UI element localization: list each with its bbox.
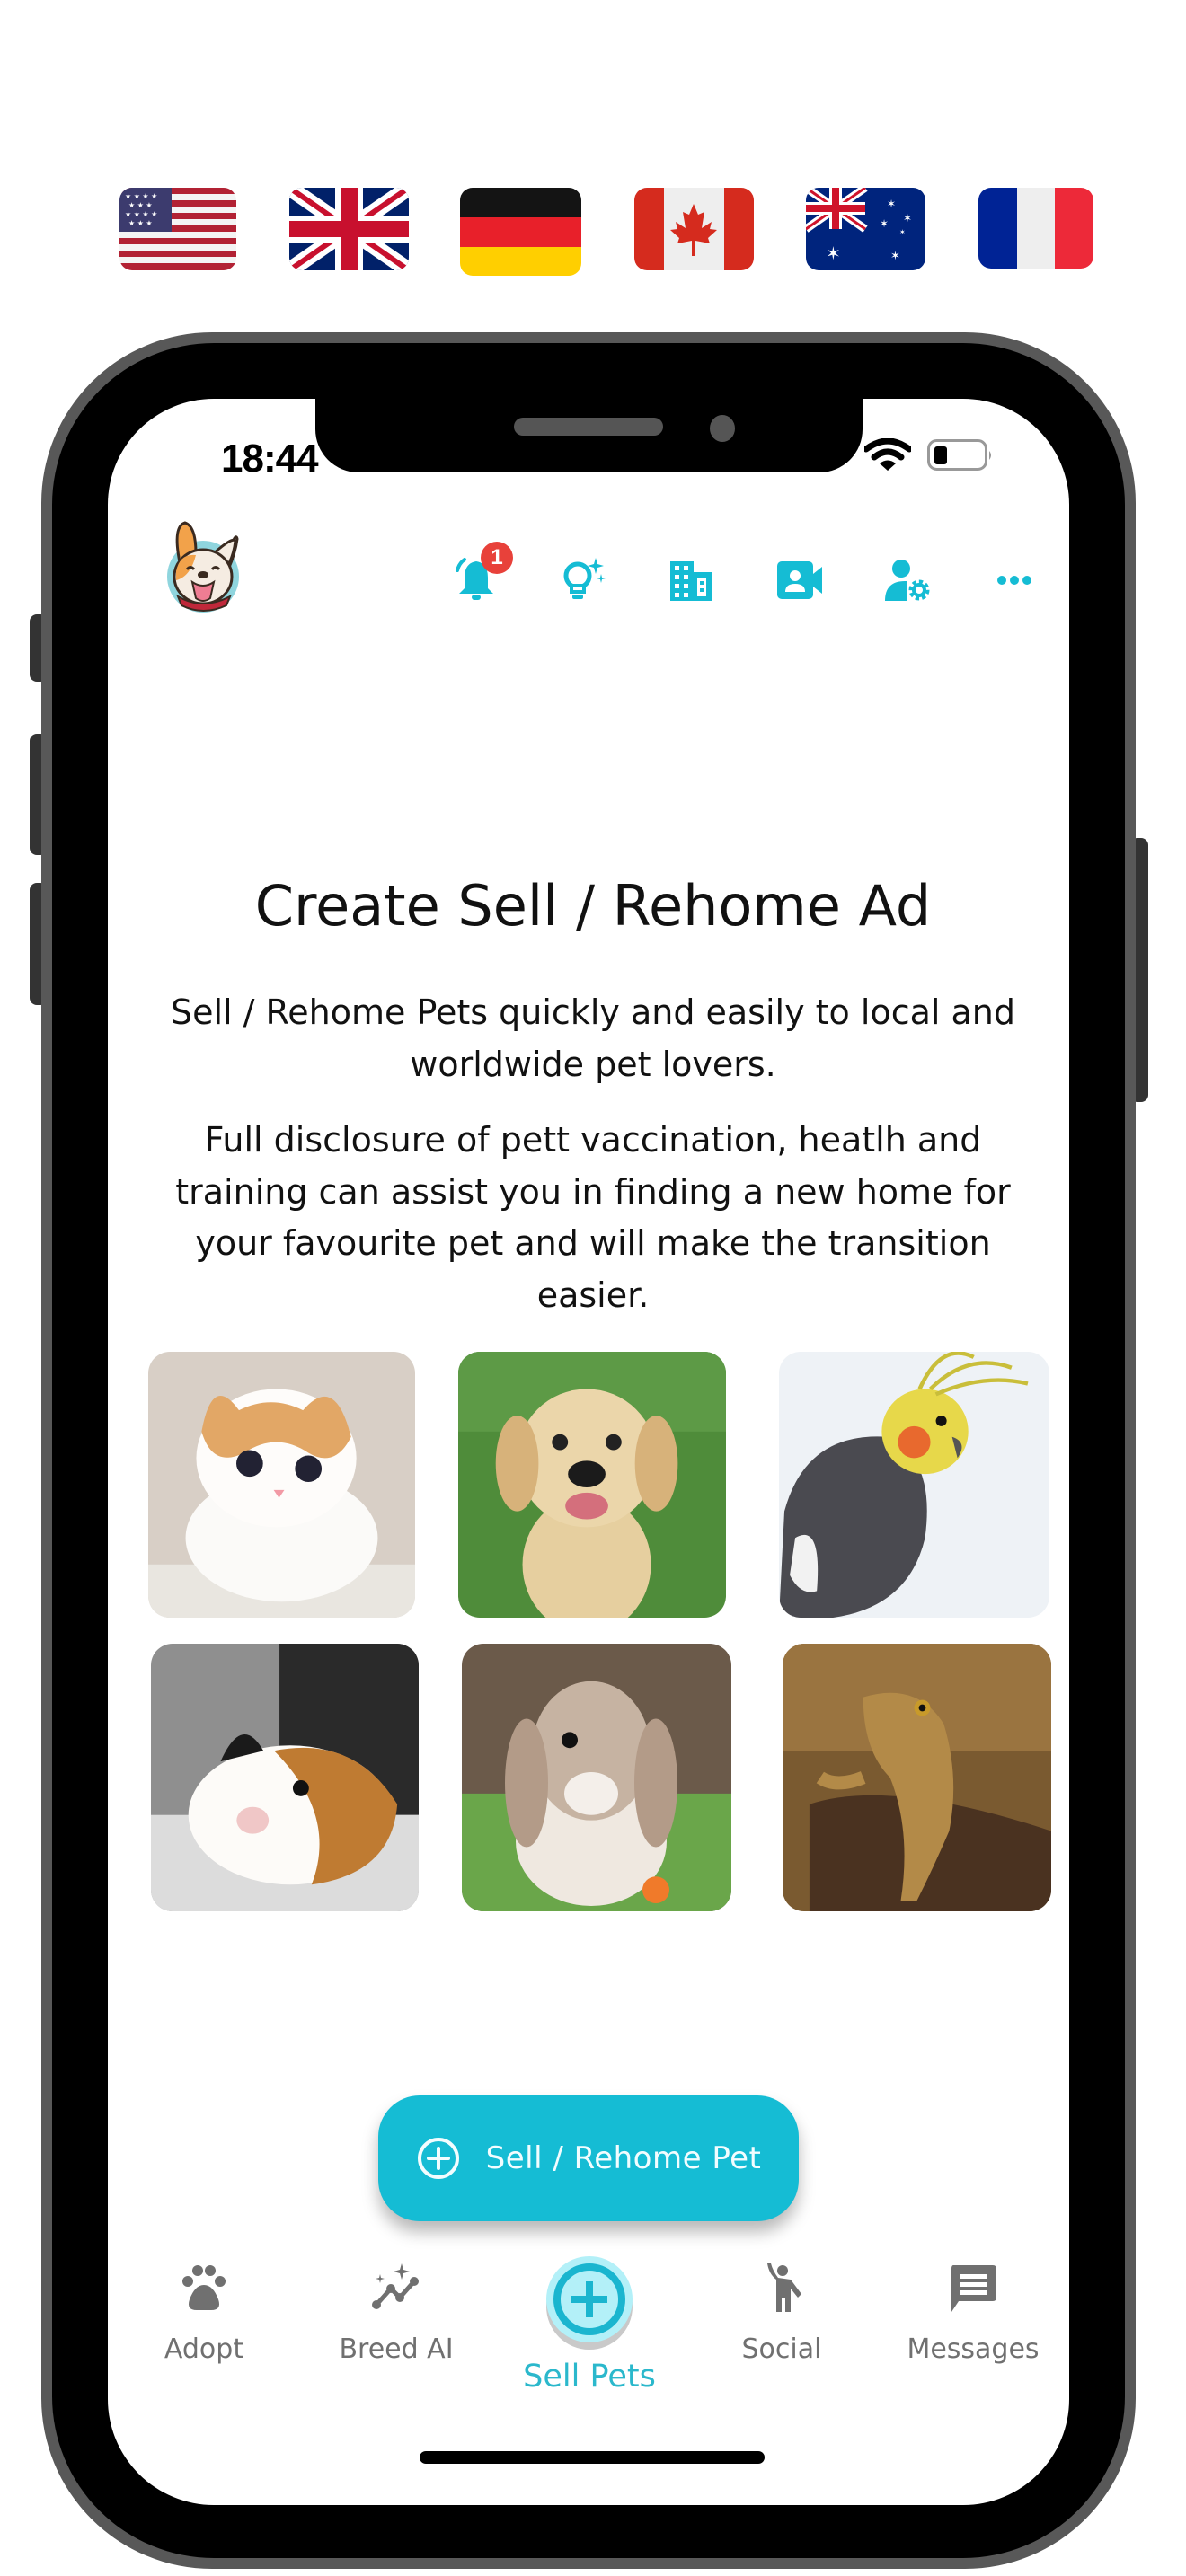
flag-ca-icon[interactable] (634, 188, 754, 270)
notification-badge: 1 (481, 542, 513, 574)
pet-image-bearded-dragon (783, 1644, 1051, 1911)
nav-label-adopt: Adopt (164, 2333, 244, 2365)
battery-low-icon (927, 439, 994, 472)
home-indicator[interactable] (420, 2451, 765, 2464)
svg-text:✶: ✶ (899, 228, 906, 236)
sparkle-chart-icon (372, 2263, 419, 2309)
nav-item-breed-ai[interactable]: Breed AI (315, 2262, 477, 2365)
pet-image-kitten (148, 1352, 415, 1618)
svg-text:★ ★ ★ ★: ★ ★ ★ ★ (125, 192, 157, 200)
nav-label-sell-pets: Sell Pets (523, 2359, 656, 2395)
person-gear-icon[interactable] (883, 556, 932, 604)
svg-text:★ ★ ★: ★ ★ ★ (128, 219, 153, 227)
svg-text:✶: ✶ (903, 212, 912, 225)
flag-us-icon[interactable]: ★ ★ ★ ★ ★ ★ ★ ★ ★ ★ ★ ★ ★ ★ (119, 188, 236, 270)
nav-label-messages: Messages (907, 2333, 1040, 2365)
page-title: Create Sell / Rehome Ad (254, 873, 932, 939)
nav-label-breed-ai: Breed AI (339, 2333, 454, 2365)
flag-de-icon[interactable] (460, 188, 581, 276)
building-icon[interactable] (667, 556, 715, 604)
nav-item-sell-pets[interactable]: Sell Pets (509, 2253, 670, 2395)
pet-image-guinea-pig (151, 1644, 419, 1911)
sell-rehome-pet-button[interactable]: Sell / Rehome Pet (378, 2095, 799, 2221)
pet-image-cockatiel (779, 1352, 1049, 1618)
svg-text:✶: ✶ (826, 243, 841, 264)
disclosure-paragraph: Full disclosure of pett vaccination, hea… (175, 1120, 1011, 1315)
speaker (514, 418, 663, 436)
pet-image-puppy (458, 1352, 726, 1618)
video-contact-icon[interactable] (775, 556, 824, 604)
svg-text:✶: ✶ (890, 250, 900, 263)
plus-circle-icon (417, 2138, 459, 2179)
more-horizontal-icon[interactable] (990, 556, 1039, 604)
flag-fr-icon[interactable] (978, 188, 1093, 269)
sell-rehome-pet-label: Sell / Rehome Pet (485, 2140, 762, 2176)
nav-item-messages[interactable]: Messages (892, 2262, 1054, 2365)
nav-item-adopt[interactable]: Adopt (123, 2262, 285, 2365)
lightbulb-sparkle-icon[interactable] (558, 556, 606, 604)
wifi-icon (863, 437, 913, 472)
svg-text:✶: ✶ (880, 217, 889, 230)
nav-label-social: Social (741, 2333, 822, 2365)
camera (710, 415, 735, 442)
nav-item-social[interactable]: Social (701, 2262, 863, 2365)
svg-text:★ ★ ★ ★: ★ ★ ★ ★ (125, 210, 157, 218)
status-time: 18:44 (221, 437, 319, 481)
svg-text:✶: ✶ (887, 198, 896, 210)
intro-paragraph: Sell / Rehome Pets quickly and easily to… (170, 992, 1016, 1084)
paw-icon (182, 2265, 226, 2310)
pet-image-rabbit (462, 1644, 731, 1911)
plus-circle-icon (546, 2256, 633, 2350)
person-waving-icon (767, 2263, 801, 2312)
dog-avatar-icon[interactable] (160, 517, 246, 614)
chat-icon (951, 2265, 996, 2312)
flag-uk-icon[interactable] (289, 188, 409, 270)
flag-au-icon[interactable]: ✶ ✶ ✶ ✶ ✶ ✶ (806, 188, 925, 270)
svg-text:★ ★ ★: ★ ★ ★ (128, 201, 153, 209)
